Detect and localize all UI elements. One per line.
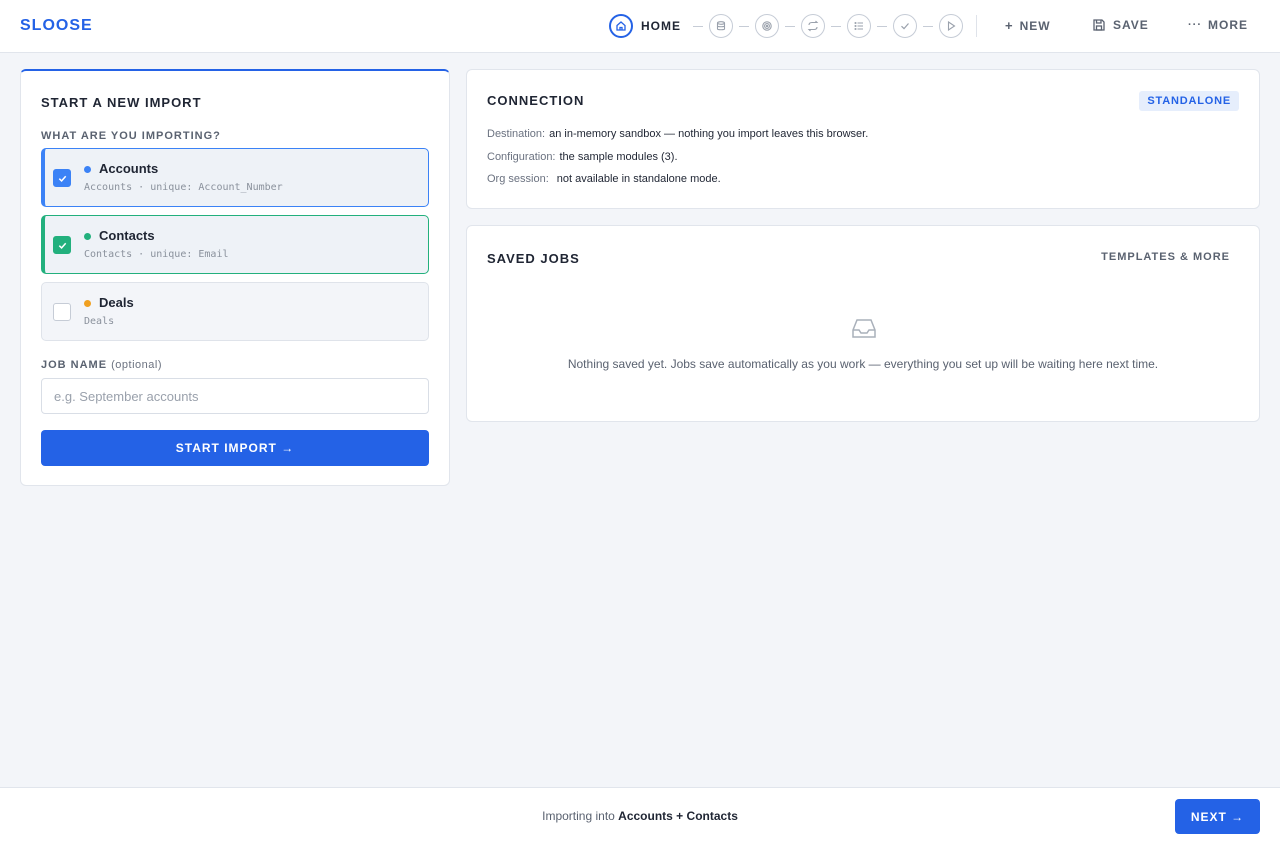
accounts-color-dot	[84, 166, 91, 173]
connection-card: CONNECTION STANDALONE Destination: an in-…	[466, 69, 1260, 209]
start-import-button[interactable]: START IMPORT →	[41, 430, 429, 466]
step-connector	[923, 25, 933, 27]
step-review[interactable]	[847, 14, 871, 38]
destination-key: Destination:	[487, 128, 546, 140]
footer-bar: Importing into Accounts + Contacts NEXT …	[0, 787, 1280, 860]
job-name-label-text: JOB NAME	[41, 359, 108, 371]
accounts-checkbox[interactable]	[53, 169, 71, 187]
accounts-name: Accounts	[99, 161, 159, 176]
contacts-checkbox[interactable]	[53, 236, 71, 254]
importing-question: WHAT ARE YOU IMPORTING?	[41, 130, 221, 142]
deals-color-dot	[84, 300, 91, 307]
next-button[interactable]: NEXT →	[1175, 799, 1260, 834]
new-import-title: START A NEW IMPORT	[41, 95, 202, 110]
target-icon	[762, 21, 772, 31]
top-bar: SLOOSE HOME + NEW SAVE ··· MORE	[0, 0, 1280, 53]
job-name-input[interactable]	[41, 378, 429, 414]
check-icon	[901, 23, 909, 30]
saved-jobs-card: SAVED JOBS TEMPLATES & MORE Nothing save…	[466, 225, 1260, 422]
new-import-card: START A NEW IMPORT WHAT ARE YOU IMPORTIN…	[20, 69, 450, 486]
step-home[interactable]	[609, 14, 633, 38]
home-icon	[616, 21, 626, 31]
job-name-label: JOB NAME (optional)	[41, 359, 162, 371]
templates-more-link[interactable]: TEMPLATES & MORE	[1101, 251, 1230, 263]
step-home-label[interactable]: HOME	[641, 19, 681, 33]
session-value: not available in standalone mode.	[556, 173, 721, 185]
saved-jobs-title: SAVED JOBS	[487, 251, 580, 266]
import-target-summary: Importing into Accounts + Contacts	[0, 809, 1280, 823]
module-option-accounts[interactable]: Accounts Accounts · unique: Account_Numb…	[41, 148, 429, 207]
accounts-subtitle: Accounts · unique: Account_Number	[84, 182, 283, 193]
contacts-color-dot	[84, 233, 91, 240]
deals-checkbox[interactable]	[53, 303, 71, 321]
checkmark-icon	[58, 175, 66, 182]
module-option-deals[interactable]: Deals Deals	[41, 282, 429, 341]
database-icon	[716, 21, 726, 31]
new-button-label: NEW	[1019, 18, 1051, 33]
step-connector	[877, 25, 887, 27]
more-button-label: MORE	[1208, 18, 1248, 32]
ellipsis-icon: ···	[1188, 19, 1202, 31]
deals-subtitle: Deals	[84, 316, 115, 327]
configuration-line: Configuration: the sample modules (3).	[487, 151, 678, 163]
step-validate[interactable]	[893, 14, 917, 38]
import-target-modules: Accounts + Contacts	[618, 809, 738, 823]
save-button-label: SAVE	[1113, 18, 1149, 32]
destination-line: Destination: an in-memory sandbox — nothi…	[487, 128, 868, 140]
step-connector	[739, 25, 749, 27]
toolbar-divider	[976, 15, 977, 37]
connection-title: CONNECTION	[487, 93, 585, 108]
list-icon	[854, 21, 863, 31]
checkmark-icon	[58, 242, 66, 249]
app-brand[interactable]: SLOOSE	[20, 17, 93, 35]
play-icon	[947, 20, 956, 32]
configuration-key: Configuration:	[487, 151, 556, 163]
sync-icon	[807, 20, 819, 32]
deals-name: Deals	[99, 295, 134, 310]
standalone-badge: STANDALONE	[1139, 91, 1239, 111]
configuration-value: the sample modules (3).	[559, 151, 678, 163]
contacts-name: Contacts	[99, 228, 155, 243]
more-button[interactable]: ··· MORE	[1188, 18, 1248, 32]
step-navigator: HOME	[609, 14, 963, 38]
plus-icon: +	[1005, 18, 1014, 33]
saved-jobs-empty-message: Nothing saved yet. Jobs save automatical…	[567, 357, 1159, 371]
new-button[interactable]: + NEW	[1005, 18, 1051, 33]
job-name-optional: (optional)	[111, 359, 162, 371]
step-target[interactable]	[755, 14, 779, 38]
step-source[interactable]	[709, 14, 733, 38]
session-line: Org session: not available in standalone …	[487, 173, 721, 185]
step-connector	[785, 25, 795, 27]
session-key: Org session:	[487, 173, 549, 185]
module-option-contacts[interactable]: Contacts Contacts · unique: Email	[41, 215, 429, 274]
step-run[interactable]	[939, 14, 963, 38]
step-connector	[831, 25, 841, 27]
step-connector	[693, 25, 703, 27]
destination-value: an in-memory sandbox — nothing you impor…	[549, 128, 869, 140]
floppy-disk-icon	[1093, 19, 1105, 31]
step-mapping[interactable]	[801, 14, 825, 38]
contacts-subtitle: Contacts · unique: Email	[84, 249, 229, 260]
inbox-icon	[852, 319, 876, 338]
import-target-prefix: Importing into	[542, 809, 615, 823]
save-button[interactable]: SAVE	[1092, 18, 1149, 32]
